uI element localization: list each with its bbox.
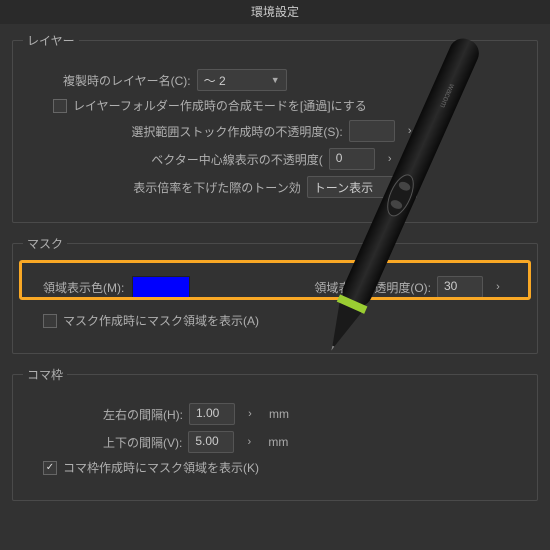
h-gap-stepper[interactable]: › [241,403,259,425]
checkbox-box [53,99,67,113]
h-gap-unit: mm [269,407,289,421]
area-opacity-stepper[interactable]: › [489,276,507,298]
dup-name-select[interactable]: ～ 2 ▼ [197,69,287,91]
tone-label: 表示倍率を下げた際のトーン効 [133,179,300,196]
frame-legend: コマ枠 [23,366,67,383]
v-gap-unit: mm [268,435,288,449]
stock-opacity-label: 選択範囲ストック作成時の不透明度(S): [131,123,342,140]
dup-name-label: 複製時のレイヤー名(C): [63,72,191,89]
folder-blend-label: レイヤーフォルダー作成時の合成モードを[通過]にする [73,97,367,114]
layer-legend: レイヤー [23,32,79,49]
folder-blend-checkbox[interactable]: レイヤーフォルダー作成時の合成モードを[通過]にする [53,97,367,114]
chevron-down-icon: ▼ [271,75,280,85]
v-gap-stepper[interactable]: › [240,431,258,453]
checkbox-box-checked: ✓ [43,461,57,475]
checkbox-box [43,314,57,328]
mask-show-checkbox[interactable]: マスク作成時にマスク領域を表示(A) [43,312,259,329]
h-gap-label: 左右の間隔(H): [103,406,183,423]
v-gap-input[interactable]: 5.00 [188,431,234,453]
v-gap-label: 上下の間隔(V): [103,434,182,451]
vector-center-label: ベクター中心線表示の不透明度( [151,151,323,168]
h-gap-input[interactable]: 1.00 [189,403,235,425]
dup-name-value: ～ 2 [204,72,226,89]
frame-section: コマ枠 左右の間隔(H): 1.00 › mm 上下の間隔(V): 5.00 ›… [12,366,538,501]
area-color-swatch[interactable] [132,276,190,298]
frame-show-mask-label: コマ枠作成時にマスク領域を表示(K) [63,459,259,476]
mask-legend: マスク [23,235,67,252]
frame-show-mask-checkbox[interactable]: ✓ コマ枠作成時にマスク領域を表示(K) [43,459,259,476]
area-color-label: 領域表示色(M): [43,279,124,296]
window-title: 環境設定 [0,0,550,24]
mask-show-label: マスク作成時にマスク領域を表示(A) [63,312,259,329]
